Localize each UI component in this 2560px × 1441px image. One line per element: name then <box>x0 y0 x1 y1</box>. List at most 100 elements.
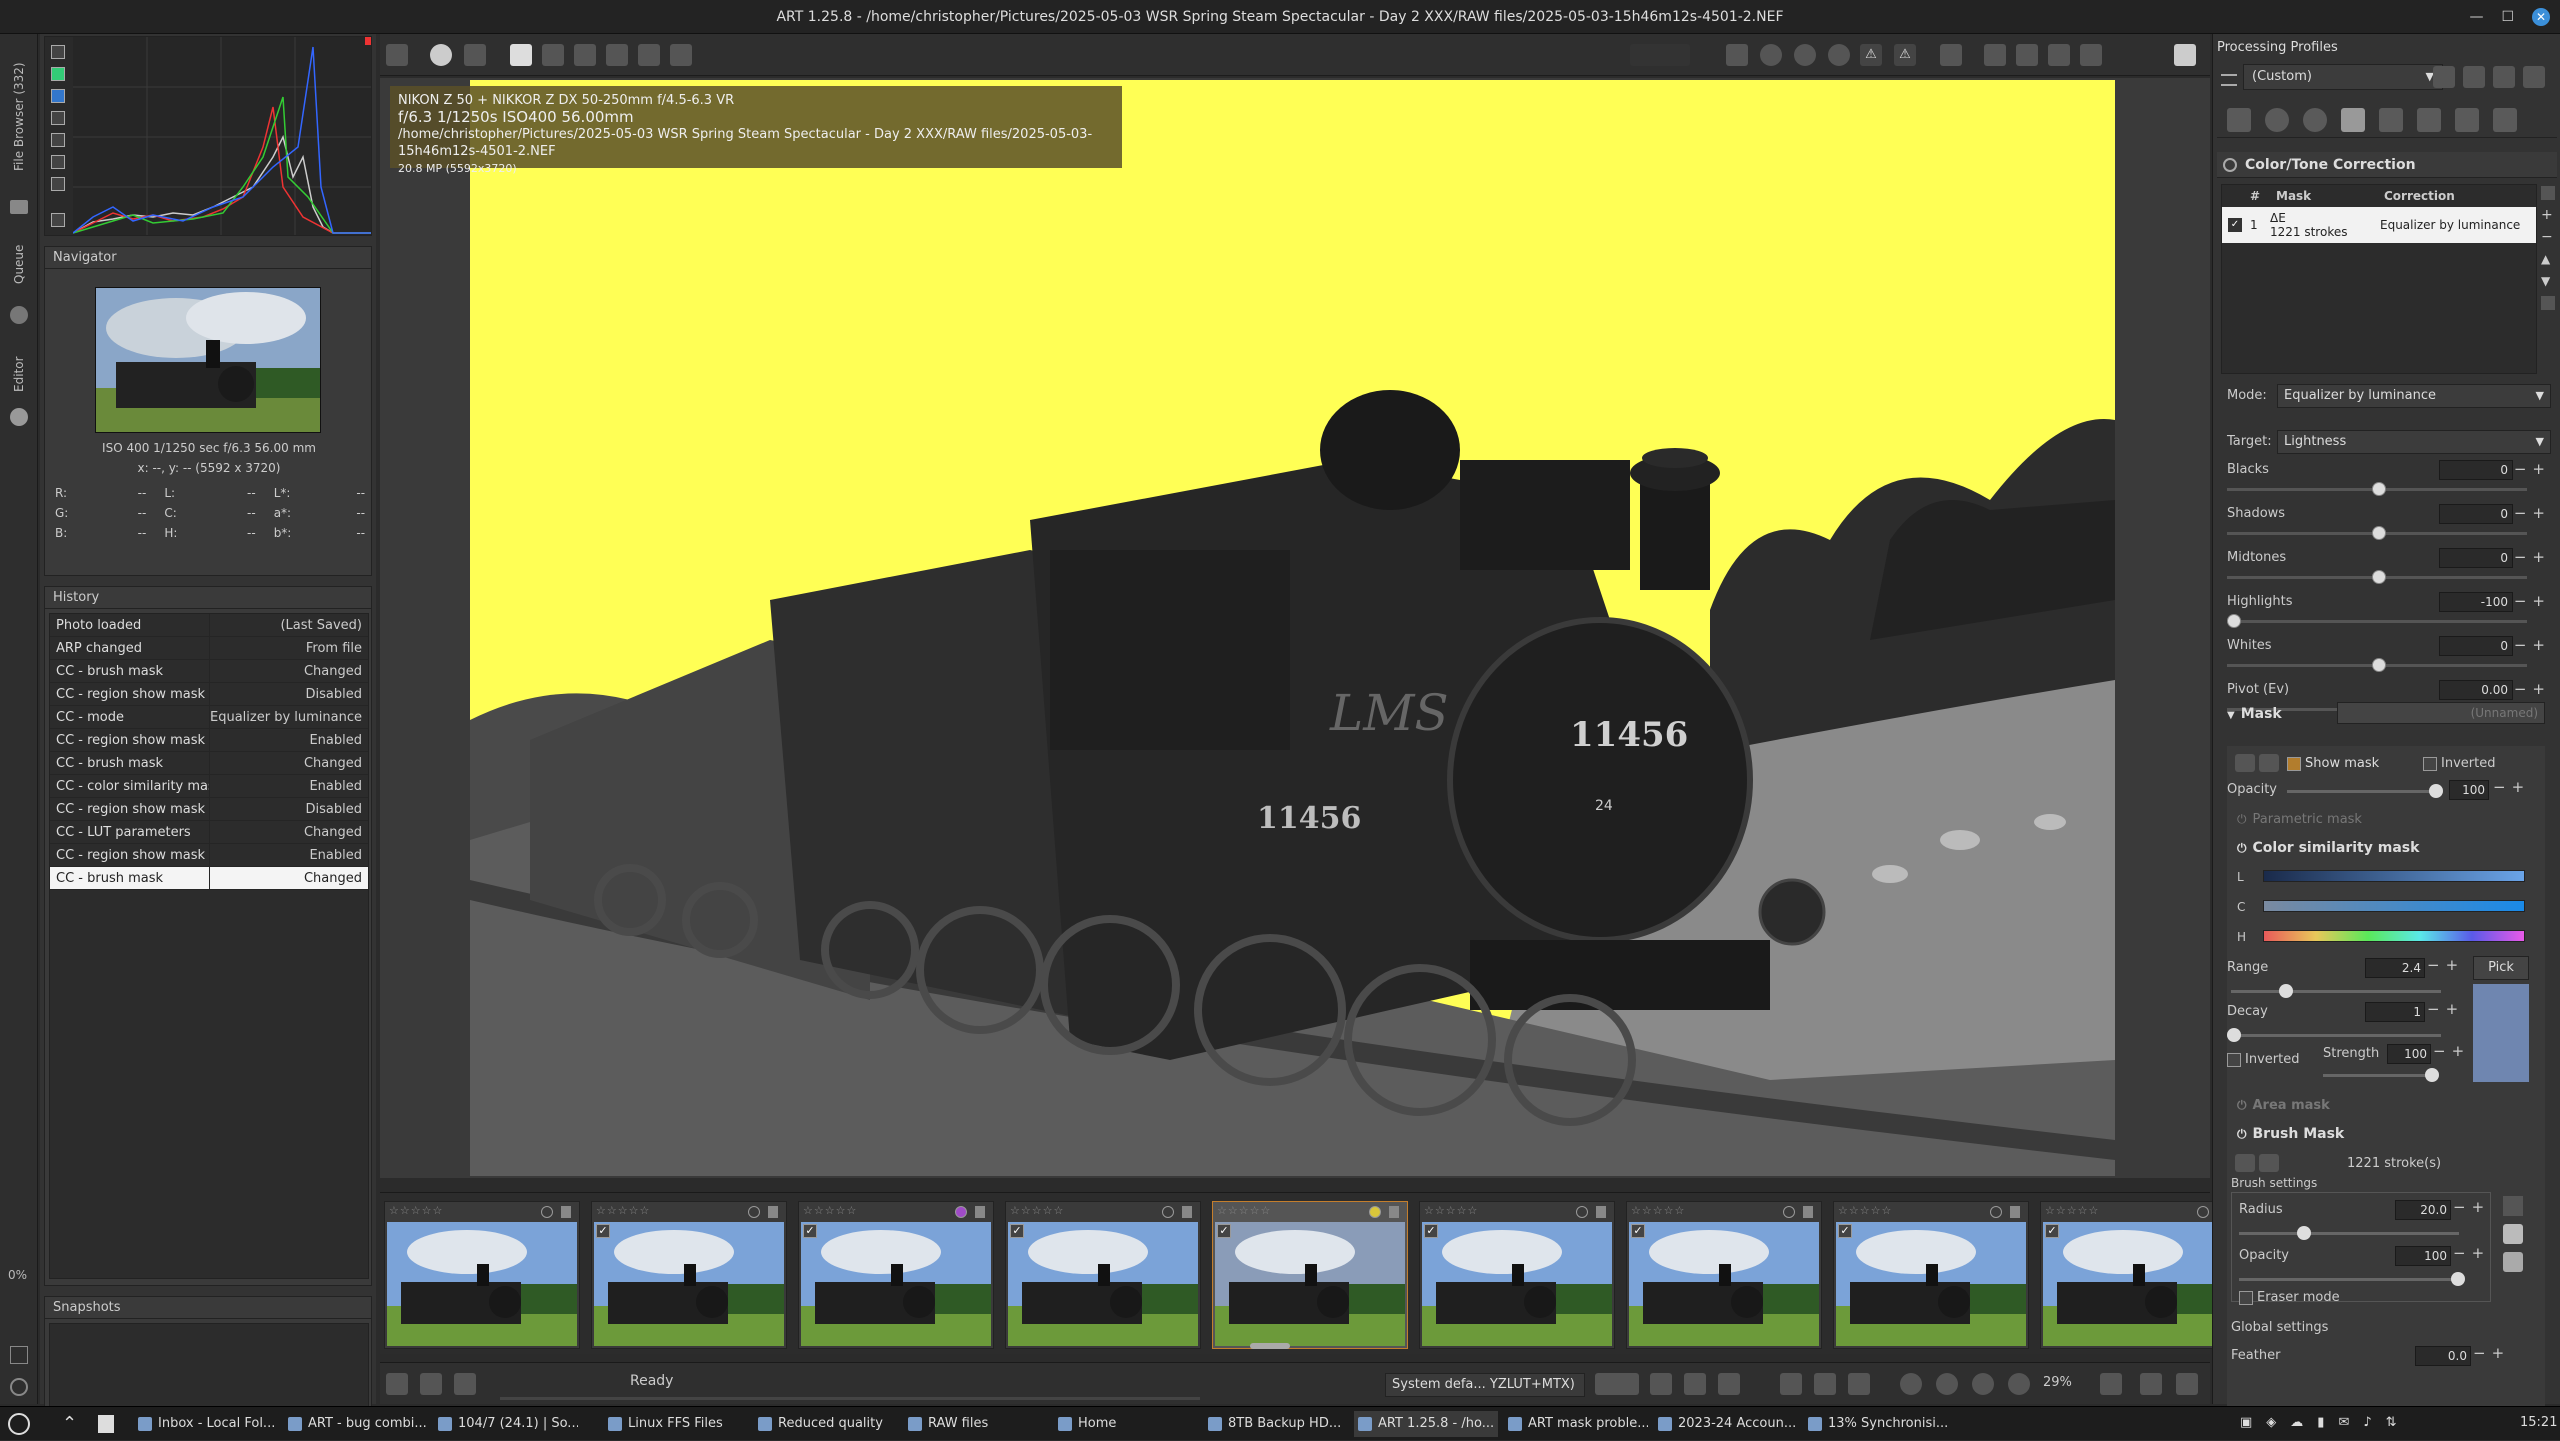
color-similarity-section[interactable]: ⏻ Color similarity mask <box>2237 840 2419 856</box>
slider-stepper[interactable]: −+ <box>2514 680 2551 698</box>
brush-erase-icon[interactable] <box>2503 1252 2523 1272</box>
brush-opacity-track[interactable] <box>2239 1278 2459 1281</box>
load-profile-icon[interactable] <box>2433 66 2455 88</box>
slider-track[interactable] <box>2227 620 2527 623</box>
range-track[interactable] <box>2231 990 2441 993</box>
filmstrip-scrollbar[interactable] <box>1250 1343 1290 1349</box>
taskbar-item[interactable]: RAW files <box>904 1411 1048 1437</box>
strength-stepper[interactable]: −+ <box>2433 1042 2470 1060</box>
edited-checkbox[interactable]: ✓ <box>803 1224 817 1238</box>
radius-stepper[interactable]: −+ <box>2453 1198 2490 1216</box>
perspective-icon[interactable] <box>670 44 692 66</box>
list-item[interactable]: ARP changed From file <box>50 637 368 660</box>
crop-icon[interactable] <box>606 44 628 66</box>
strength-track[interactable] <box>2323 1074 2433 1077</box>
gamut-warning-icon[interactable]: ⚠ <box>1894 44 1916 66</box>
tab-queue[interactable]: Queue <box>4 234 34 294</box>
file-icon[interactable] <box>98 1415 114 1433</box>
trash-icon[interactable] <box>561 1206 571 1218</box>
dual-window-icon[interactable] <box>1718 1373 1740 1395</box>
taskbar-item[interactable]: 104/7 (24.1) | So... <box>434 1411 578 1437</box>
filmstrip-thumbnail[interactable]: ☆☆☆☆☆ ✓ <box>1626 1201 1822 1349</box>
taskbar-item[interactable]: Home <box>1054 1411 1198 1437</box>
list-item[interactable]: Photo loaded (Last Saved) <box>50 614 368 637</box>
c-channel-bar[interactable] <box>2263 900 2525 912</box>
detail-window-icon[interactable] <box>2140 1373 2162 1395</box>
eraser-mode-checkbox[interactable] <box>2239 1290 2253 1305</box>
filmstrip-thumbnail[interactable]: ☆☆☆☆☆ ✓ <box>1212 1201 1408 1349</box>
slider-stepper[interactable]: −+ <box>2514 592 2551 610</box>
spot-removal-icon[interactable] <box>574 44 596 66</box>
paste-icon[interactable] <box>2259 754 2279 772</box>
slider-stepper[interactable]: −+ <box>2514 548 2551 566</box>
decay-knob[interactable] <box>2227 1028 2241 1042</box>
zoom-100-icon[interactable] <box>2008 1373 2030 1395</box>
volume-icon[interactable]: ♪ <box>2363 1415 2371 1433</box>
eraser-mode-toggle[interactable]: Eraser mode <box>2239 1290 2340 1305</box>
cs-inverted-toggle[interactable]: Inverted <box>2227 1052 2299 1067</box>
taskbar-item[interactable]: Linux FFS Files <box>604 1411 748 1437</box>
trash-icon[interactable] <box>1596 1206 1606 1218</box>
edited-checkbox[interactable]: ✓ <box>1838 1224 1852 1238</box>
brush-mask-section[interactable]: ⏻ Brush Mask <box>2237 1126 2344 1142</box>
zoom-fit-icon[interactable] <box>1972 1373 1994 1395</box>
move-up-icon[interactable]: ▲ <box>2541 252 2555 266</box>
brush-tool-icon[interactable] <box>2503 1196 2523 1216</box>
hand-tool-icon[interactable] <box>510 44 532 66</box>
taskbar-item[interactable]: Inbox - Local Fol... <box>134 1411 278 1437</box>
histogram-luma-icon[interactable] <box>51 111 65 125</box>
close-icon[interactable]: ✕ <box>2532 8 2550 26</box>
copy-mask-icon[interactable] <box>2541 296 2555 310</box>
pick-button[interactable]: Pick <box>2473 956 2529 980</box>
histogram-chroma-icon[interactable] <box>51 133 65 147</box>
histogram-toggle-icon[interactable] <box>51 213 65 227</box>
tab-exposure-icon[interactable] <box>2265 108 2289 132</box>
tab-detail-icon[interactable] <box>2379 108 2403 132</box>
tab-transform-icon[interactable] <box>2417 108 2441 132</box>
brush-opacity-value[interactable]: 100 <box>2395 1246 2451 1266</box>
taskbar-item[interactable]: ART mask proble... <box>1504 1411 1648 1437</box>
color-label-icon[interactable] <box>2197 1206 2209 1218</box>
filmstrip-thumbnail[interactable]: ☆☆☆☆☆ ✓ <box>798 1201 994 1349</box>
mask-name-field[interactable]: (Unnamed) <box>2337 702 2545 724</box>
lock-icon[interactable]: ▣ <box>2240 1415 2252 1433</box>
remove-mask-icon[interactable]: − <box>2541 230 2555 244</box>
mail-icon[interactable]: ✉ <box>2338 1415 2349 1433</box>
add-mask-icon[interactable]: + <box>2541 208 2555 222</box>
list-item-selected[interactable]: CC - brush mask Changed <box>50 867 368 890</box>
previous-image-icon[interactable] <box>1780 1373 1802 1395</box>
edited-checkbox[interactable]: ✓ <box>596 1224 610 1238</box>
preview-channels-icon[interactable] <box>1630 44 1690 66</box>
target-select[interactable]: Lightness ▼ <box>2277 430 2551 454</box>
color-label-icon[interactable] <box>541 1206 553 1218</box>
reset-icon[interactable] <box>2541 186 2555 200</box>
color-label-icon[interactable] <box>1990 1206 2002 1218</box>
tab-favorites-icon[interactable] <box>2227 108 2251 132</box>
histogram-rgb-icon[interactable] <box>51 67 65 81</box>
filmstrip-thumbnail[interactable]: ☆☆☆☆☆ ✓ <box>2040 1201 2236 1349</box>
histogram-toggle-tb-icon[interactable] <box>1940 44 1962 66</box>
tab-local-edit-icon[interactable] <box>2341 108 2365 132</box>
opacity-value[interactable]: 100 <box>2449 780 2489 800</box>
feather-value[interactable]: 0.0 <box>2415 1346 2471 1366</box>
brush-opacity-stepper[interactable]: −+ <box>2453 1244 2490 1262</box>
list-item[interactable]: CC - color similarity mask Enabled <box>50 775 368 798</box>
rating-stars[interactable]: ☆☆☆☆☆ <box>2045 1204 2099 1217</box>
range-value[interactable]: 2.4 <box>2365 958 2425 978</box>
slider-knob[interactable] <box>2372 482 2386 496</box>
list-item[interactable]: CC - brush mask Changed <box>50 752 368 775</box>
list-item[interactable]: CC - region show mask Enabled <box>50 844 368 867</box>
maximize-icon[interactable]: ☐ <box>2501 9 2514 25</box>
paste-profile-icon[interactable] <box>2523 66 2545 88</box>
white-balance-picker-icon[interactable] <box>542 44 564 66</box>
show-mask-toggle[interactable]: Show mask <box>2287 756 2379 771</box>
list-item[interactable]: CC - region show mask Enabled <box>50 729 368 752</box>
range-knob[interactable] <box>2279 984 2293 998</box>
rating-stars[interactable]: ☆☆☆☆☆ <box>1217 1204 1271 1217</box>
edited-checkbox[interactable]: ✓ <box>1424 1224 1438 1238</box>
gamut-check-icon[interactable] <box>1684 1373 1706 1395</box>
trash-icon[interactable] <box>975 1206 985 1218</box>
softproof-icon[interactable] <box>1650 1373 1672 1395</box>
opacity-track[interactable] <box>2287 790 2437 793</box>
crosshair-icon[interactable] <box>10 1378 28 1396</box>
